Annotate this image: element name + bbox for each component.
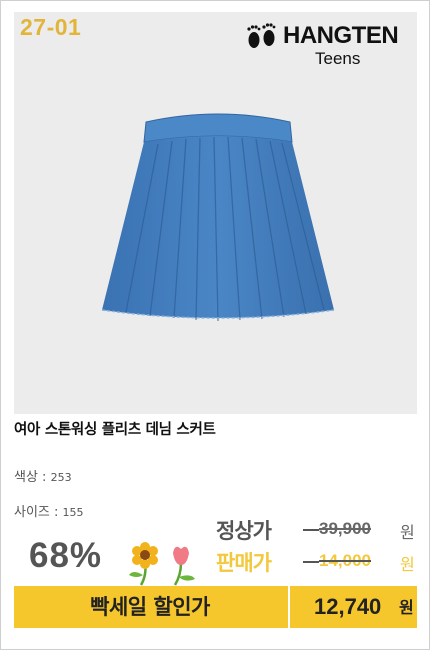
promo-label[interactable]: 빡세일 할인가 [14, 586, 286, 628]
product-code: 27-01 [20, 14, 82, 40]
footprints-icon [247, 23, 276, 48]
color-value: 253 [50, 471, 72, 484]
regular-currency: 원 [400, 523, 415, 542]
size-value: 155 [62, 506, 84, 519]
promo-bar[interactable]: 빡세일 할인가 12,740 원 [14, 586, 417, 628]
size-spec: 사이즈 : 155 [14, 501, 84, 520]
discount-percent: 68% [29, 536, 103, 575]
sale-strike-line [303, 561, 319, 563]
product-photo[interactable]: 27-01 HANGTEN Teens [14, 12, 417, 414]
regular-strike-line [303, 529, 319, 531]
sale-price-label: 판매가 [216, 551, 272, 575]
sale-currency: 원 [400, 555, 415, 574]
regular-price: 39,900 [319, 519, 371, 538]
brand-logo: HANGTEN Teens [245, 20, 405, 70]
regular-price-label: 정상가 [216, 519, 272, 543]
color-spec: 색상 : 253 [14, 466, 72, 485]
flower-icon [129, 542, 195, 586]
brand-name: HANGTEN [283, 22, 399, 49]
color-label: 색상 : [14, 470, 51, 485]
sale-price: 14,000 [319, 551, 371, 570]
size-label: 사이즈 : [14, 505, 63, 520]
product-title[interactable]: 여아 스톤워싱 플리츠 데님 스커트 [14, 418, 216, 439]
skirt-image [101, 113, 335, 322]
product-card[interactable]: 27-01 HANGTEN Teens 여아 스톤워싱 플리츠 데님 스커트 색… [0, 0, 430, 650]
promo-currency: 원 [399, 598, 414, 617]
promo-price: 12,740 [314, 594, 382, 619]
brand-sub: Teens [315, 49, 361, 68]
promo-divider [288, 586, 290, 628]
